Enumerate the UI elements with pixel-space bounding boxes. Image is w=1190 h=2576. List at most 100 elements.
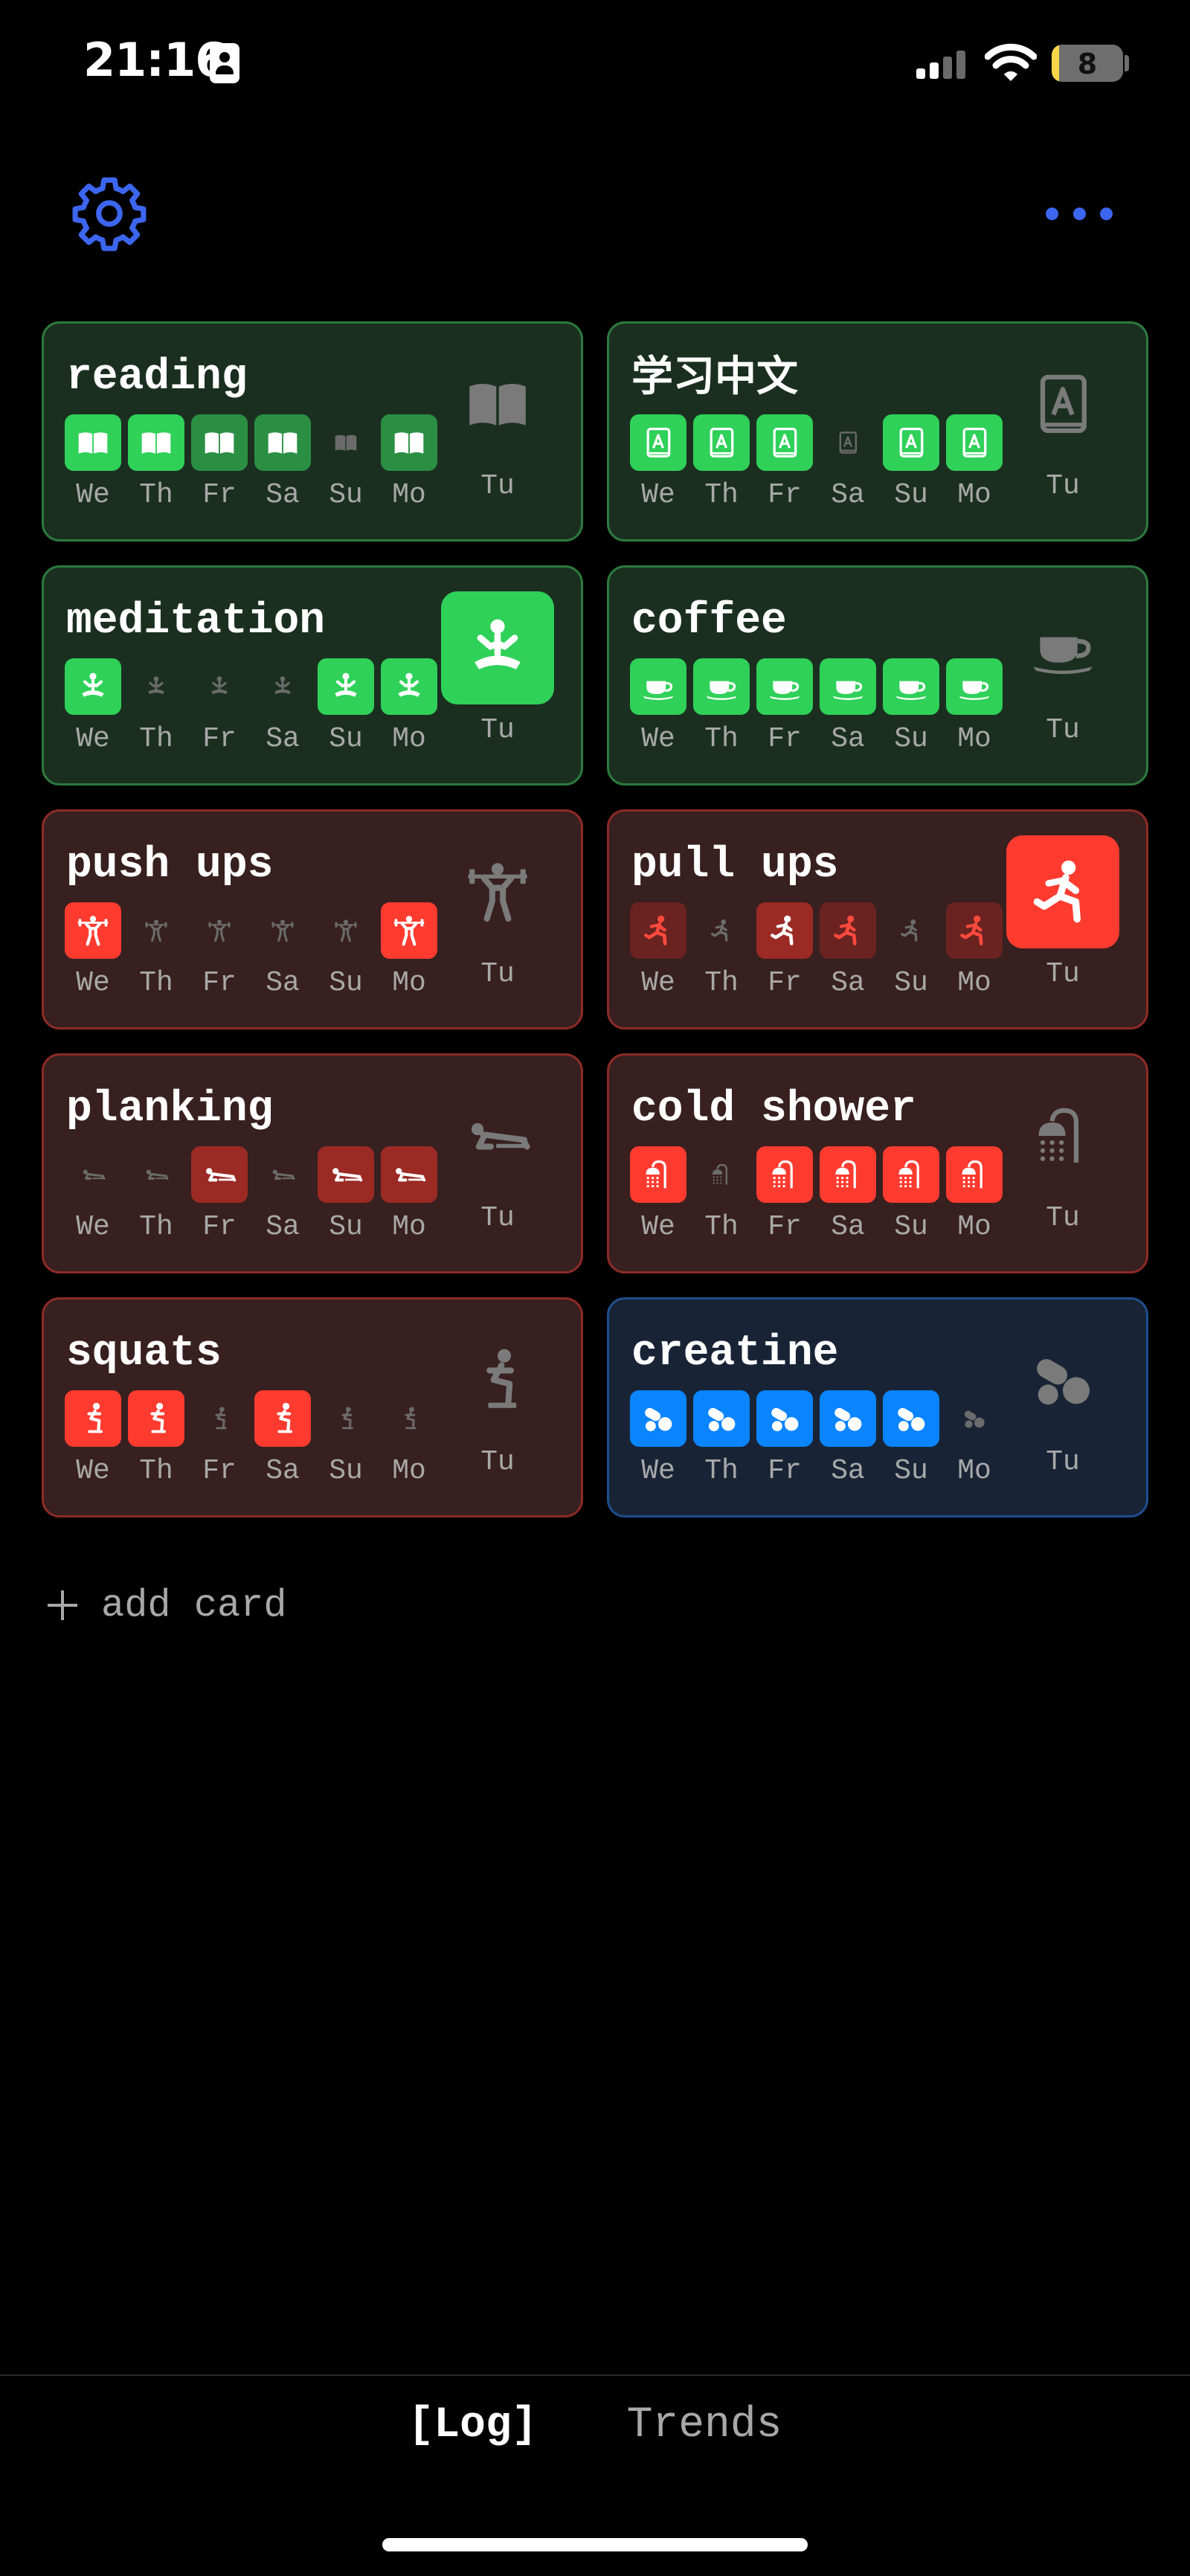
day-cell[interactable]: Fr <box>756 1146 813 1242</box>
day-cell[interactable]: Sa <box>254 414 311 510</box>
day-cell[interactable]: Fr <box>191 658 248 754</box>
today-toggle[interactable]: Tu <box>441 1079 554 1233</box>
habit-card-7[interactable]: cold shower We Th Fr Sa Su Mo Tu <box>607 1053 1148 1273</box>
day-cell[interactable]: Fr <box>756 1390 813 1485</box>
day-cell[interactable]: Su <box>318 1390 374 1485</box>
day-cell[interactable]: Fr <box>191 902 248 998</box>
day-cell[interactable]: Mo <box>946 902 1003 998</box>
day-label: Su <box>894 1455 928 1487</box>
day-cell[interactable]: We <box>630 902 686 998</box>
today-toggle[interactable]: Tu <box>1006 1323 1119 1477</box>
day-cell[interactable]: Mo <box>381 902 437 998</box>
habit-card-1[interactable]: 学习中文 We Th Fr Sa Su Mo Tu <box>607 321 1148 542</box>
lunge-icon <box>756 902 813 959</box>
more-options-icon[interactable] <box>1046 195 1113 232</box>
day-cell[interactable]: Th <box>693 902 750 998</box>
today-toggle[interactable]: Tu <box>441 835 554 989</box>
day-cell[interactable]: Sa <box>820 414 876 510</box>
day-cell[interactable]: We <box>65 658 121 754</box>
plank-icon <box>128 1146 184 1203</box>
day-cell[interactable]: Sa <box>254 658 311 754</box>
day-cell[interactable]: Su <box>883 902 939 998</box>
day-cell[interactable]: Fr <box>191 414 248 510</box>
day-cell[interactable]: Th <box>128 414 184 510</box>
day-cell[interactable]: We <box>65 1390 121 1485</box>
day-cell[interactable]: Mo <box>381 1146 437 1242</box>
habit-title: coffee <box>631 597 787 646</box>
book-icon <box>128 414 184 471</box>
day-cell[interactable]: Th <box>128 1390 184 1485</box>
day-cell[interactable]: Fr <box>756 902 813 998</box>
day-cell[interactable]: Su <box>318 902 374 998</box>
day-cell[interactable]: Mo <box>946 1146 1003 1242</box>
day-cell[interactable]: Su <box>318 658 374 754</box>
today-toggle[interactable]: Tu <box>441 591 554 745</box>
today-toggle[interactable]: Tu <box>1006 835 1119 989</box>
day-cell[interactable]: Mo <box>946 658 1003 754</box>
day-cell[interactable]: Fr <box>756 414 813 510</box>
day-cell[interactable]: Mo <box>381 414 437 510</box>
settings-gear-icon[interactable] <box>71 176 147 251</box>
today-toggle[interactable]: Tu <box>1006 1079 1119 1233</box>
day-label: Sa <box>831 1211 865 1243</box>
day-cell[interactable]: We <box>630 658 686 754</box>
day-cell[interactable]: Su <box>883 1146 939 1242</box>
day-cell[interactable]: Su <box>883 1390 939 1485</box>
day-cell[interactable]: Sa <box>820 902 876 998</box>
day-cell[interactable]: Mo <box>381 658 437 754</box>
habit-card-2[interactable]: meditation We Th Fr Sa Su Mo Tu <box>42 565 583 786</box>
day-label: Sa <box>831 1455 865 1487</box>
day-cell[interactable]: Sa <box>820 1390 876 1485</box>
day-label: Su <box>329 723 363 755</box>
day-cell[interactable]: Th <box>128 902 184 998</box>
day-cell[interactable]: Th <box>128 1146 184 1242</box>
squat-icon <box>65 1390 121 1447</box>
day-cell[interactable]: Th <box>693 1146 750 1242</box>
day-cell[interactable]: Mo <box>946 1390 1003 1485</box>
habit-card-9[interactable]: creatine We Th Fr Sa Su Mo Tu <box>607 1297 1148 1517</box>
habit-card-6[interactable]: planking We Th Fr Sa Su Mo Tu <box>42 1053 583 1273</box>
day-cell[interactable]: We <box>630 1390 686 1485</box>
tab-trends[interactable]: Trends <box>627 2401 782 2450</box>
day-label: Mo <box>392 967 426 999</box>
today-toggle[interactable]: Tu <box>441 1323 554 1477</box>
habit-card-0[interactable]: reading We Th Fr Sa Su Mo Tu <box>42 321 583 542</box>
day-cell[interactable]: Sa <box>254 902 311 998</box>
add-card-button[interactable]: add card <box>46 1583 287 1628</box>
day-cell[interactable]: We <box>65 902 121 998</box>
day-cell[interactable]: Fr <box>191 1390 248 1485</box>
day-cell[interactable]: Fr <box>191 1146 248 1242</box>
habit-card-5[interactable]: pull ups We Th Fr Sa Su Mo Tu <box>607 809 1148 1030</box>
tab-log[interactable]: [Log] <box>408 2401 538 2450</box>
day-cell[interactable]: Su <box>318 414 374 510</box>
day-cell[interactable]: Th <box>693 414 750 510</box>
day-label: We <box>76 723 110 755</box>
day-cell[interactable]: We <box>65 414 121 510</box>
habit-card-3[interactable]: coffee We Th Fr Sa Su Mo Tu <box>607 565 1148 786</box>
meditation-icon <box>191 658 248 715</box>
day-cell[interactable]: Sa <box>254 1146 311 1242</box>
day-cell[interactable]: Th <box>128 658 184 754</box>
day-cell[interactable]: Th <box>693 1390 750 1485</box>
today-toggle[interactable]: Tu <box>1006 347 1119 501</box>
day-cell[interactable]: Sa <box>254 1390 311 1485</box>
day-cell[interactable]: Mo <box>381 1390 437 1485</box>
habit-card-4[interactable]: push ups We Th Fr Sa Su Mo Tu <box>42 809 583 1030</box>
day-cell[interactable]: Su <box>883 414 939 510</box>
today-toggle[interactable]: Tu <box>441 347 554 501</box>
day-cell[interactable]: Th <box>693 658 750 754</box>
day-cell[interactable]: We <box>630 414 686 510</box>
day-cell[interactable]: Sa <box>820 1146 876 1242</box>
meditation-icon <box>65 658 121 715</box>
day-cell[interactable]: Su <box>318 1146 374 1242</box>
day-cell[interactable]: Su <box>883 658 939 754</box>
day-cell[interactable]: We <box>630 1146 686 1242</box>
day-cell[interactable]: We <box>65 1146 121 1242</box>
wifi-icon <box>985 42 1037 83</box>
day-label: Sa <box>831 723 865 755</box>
day-cell[interactable]: Mo <box>946 414 1003 510</box>
day-cell[interactable]: Fr <box>756 658 813 754</box>
day-cell[interactable]: Sa <box>820 658 876 754</box>
today-toggle[interactable]: Tu <box>1006 591 1119 745</box>
habit-card-8[interactable]: squats We Th Fr Sa Su Mo Tu <box>42 1297 583 1517</box>
